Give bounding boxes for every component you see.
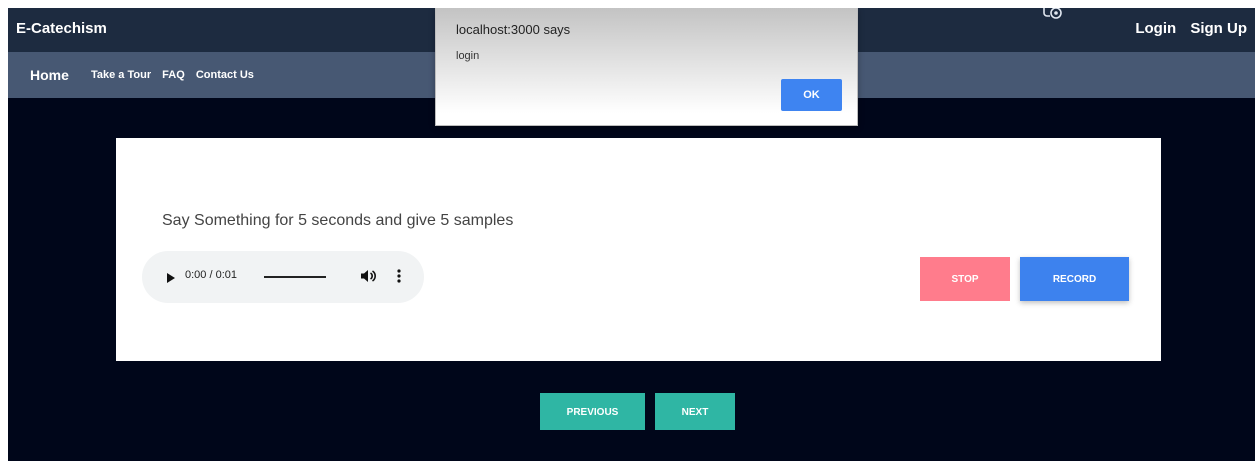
page-viewport: E-Catechism Login Sign Up Home Take a To… xyxy=(8,8,1255,461)
brand-title[interactable]: E-Catechism xyxy=(16,20,107,37)
nav-contact-us-link[interactable]: Contact Us xyxy=(196,69,254,81)
nav-faq-link[interactable]: FAQ xyxy=(162,69,185,81)
recording-prompt: Say Something for 5 seconds and give 5 s… xyxy=(162,212,514,229)
recording-card: Say Something for 5 seconds and give 5 s… xyxy=(116,138,1161,361)
signup-link[interactable]: Sign Up xyxy=(1190,20,1247,37)
dialog-title: localhost:3000 says xyxy=(456,22,571,37)
login-link[interactable]: Login xyxy=(1135,20,1176,37)
dialog-message: login xyxy=(456,50,480,62)
audio-player[interactable]: 0:00 / 0:01 xyxy=(142,251,424,303)
auth-links: Login Sign Up xyxy=(1125,20,1247,37)
audio-progress-slider[interactable] xyxy=(264,276,326,278)
dialog-ok-button[interactable]: OK xyxy=(781,79,842,111)
stop-button[interactable]: STOP xyxy=(920,257,1010,301)
more-vertical-icon[interactable] xyxy=(396,268,402,289)
nav-home-link[interactable]: Home xyxy=(30,67,69,83)
previous-button[interactable]: PREVIOUS xyxy=(540,393,645,430)
record-button[interactable]: RECORD xyxy=(1020,257,1129,301)
play-icon[interactable] xyxy=(166,271,176,289)
nav-links: Take a Tour FAQ Contact Us xyxy=(91,69,262,81)
volume-icon[interactable] xyxy=(360,269,376,288)
alert-dialog: localhost:3000 says login OK xyxy=(435,8,858,126)
nav-take-a-tour-link[interactable]: Take a Tour xyxy=(91,69,151,81)
accessibility-icon[interactable] xyxy=(1040,8,1064,27)
next-button[interactable]: NEXT xyxy=(655,393,735,430)
audio-time: 0:00 / 0:01 xyxy=(185,269,237,281)
